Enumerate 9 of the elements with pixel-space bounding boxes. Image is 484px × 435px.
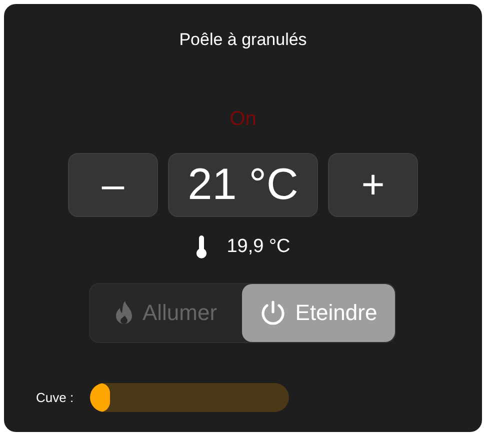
thermometer-icon: [196, 235, 207, 259]
card-title: Poêle à granulés: [178, 30, 308, 50]
flame-icon: [114, 300, 134, 326]
setpoint-display: 21 °C: [168, 153, 318, 217]
current-temperature: 19,9 °C: [226, 236, 290, 258]
increase-button[interactable]: +: [328, 153, 418, 217]
decrease-button[interactable]: –: [68, 153, 158, 217]
tank-label: Cuve :: [36, 390, 74, 405]
status-text: On: [230, 108, 256, 132]
